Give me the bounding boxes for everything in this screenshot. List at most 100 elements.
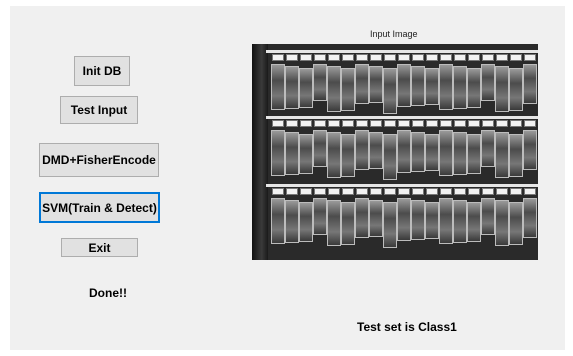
price-tag xyxy=(454,54,466,61)
price-tag xyxy=(426,188,438,195)
product-package xyxy=(285,66,299,109)
price-tag xyxy=(482,120,494,127)
shelf-post xyxy=(252,44,268,260)
price-tag xyxy=(286,120,298,127)
product-package xyxy=(285,200,299,243)
product-package xyxy=(523,198,537,238)
product-package xyxy=(327,132,341,178)
price-tag xyxy=(328,188,340,195)
price-tag xyxy=(370,120,382,127)
dmd-fisher-encode-button[interactable]: DMD+FisherEncode xyxy=(39,143,159,177)
price-tag xyxy=(342,188,354,195)
price-tag xyxy=(328,120,340,127)
price-tag xyxy=(524,54,536,61)
product-package xyxy=(369,66,383,103)
product-package xyxy=(313,198,327,235)
product-package xyxy=(383,134,397,180)
price-tag xyxy=(440,120,452,127)
product-package xyxy=(495,66,509,112)
product-package xyxy=(299,202,313,242)
axes-title: Input Image xyxy=(370,29,418,39)
product-package xyxy=(523,64,537,104)
price-tag xyxy=(510,54,522,61)
product-package xyxy=(453,132,467,175)
price-tag xyxy=(468,188,480,195)
price-tag xyxy=(342,54,354,61)
product-package xyxy=(439,198,453,244)
product-package xyxy=(355,64,369,104)
product-package xyxy=(313,130,327,167)
product-package xyxy=(313,64,327,101)
input-image xyxy=(252,44,538,260)
product-package xyxy=(481,198,495,235)
price-tag xyxy=(370,54,382,61)
product-package xyxy=(495,132,509,178)
product-package xyxy=(425,134,439,171)
svm-train-detect-button[interactable]: SVM(Train & Detect) xyxy=(39,192,160,223)
init-db-button[interactable]: Init DB xyxy=(74,56,130,86)
price-tag xyxy=(468,54,480,61)
price-tag xyxy=(328,54,340,61)
product-package xyxy=(369,132,383,169)
product-package xyxy=(397,130,411,173)
price-tag xyxy=(496,188,508,195)
test-input-button[interactable]: Test Input xyxy=(60,96,138,124)
price-tag xyxy=(482,54,494,61)
product-package xyxy=(467,134,481,174)
price-tag xyxy=(384,54,396,61)
product-package xyxy=(411,132,425,172)
price-tag xyxy=(384,188,396,195)
price-tag xyxy=(412,54,424,61)
app-window: Init DB Test Input DMD+FisherEncode SVM(… xyxy=(10,6,565,350)
price-tag xyxy=(286,188,298,195)
price-tag xyxy=(356,120,368,127)
price-tag xyxy=(342,120,354,127)
exit-button[interactable]: Exit xyxy=(61,238,138,257)
price-tag xyxy=(272,188,284,195)
price-tag xyxy=(300,188,312,195)
price-tag xyxy=(356,188,368,195)
product-package xyxy=(425,68,439,105)
product-package xyxy=(327,200,341,246)
price-tag xyxy=(440,188,452,195)
price-tag xyxy=(384,120,396,127)
price-tag xyxy=(272,120,284,127)
product-package xyxy=(271,198,285,244)
price-tag xyxy=(510,120,522,127)
price-tag xyxy=(398,188,410,195)
price-tag xyxy=(412,188,424,195)
price-tag xyxy=(286,54,298,61)
price-tag xyxy=(440,54,452,61)
product-package xyxy=(341,202,355,245)
product-package xyxy=(509,202,523,245)
price-tag xyxy=(496,54,508,61)
price-tag xyxy=(370,188,382,195)
product-package xyxy=(341,134,355,177)
shelf-rail xyxy=(266,50,538,53)
product-package xyxy=(481,130,495,167)
product-package xyxy=(523,130,537,170)
product-package xyxy=(467,68,481,108)
product-package xyxy=(453,200,467,243)
product-package xyxy=(355,198,369,238)
product-package xyxy=(467,202,481,242)
price-tag xyxy=(314,188,326,195)
price-tag xyxy=(412,120,424,127)
price-tag xyxy=(398,54,410,61)
product-package xyxy=(341,68,355,111)
product-package xyxy=(453,66,467,109)
shelf-rail xyxy=(266,184,538,187)
product-package xyxy=(355,130,369,170)
price-tag xyxy=(272,54,284,61)
product-package xyxy=(299,134,313,174)
product-package xyxy=(481,64,495,101)
product-package xyxy=(495,200,509,246)
product-package xyxy=(411,200,425,240)
product-package xyxy=(509,134,523,177)
price-tag xyxy=(482,188,494,195)
product-package xyxy=(271,130,285,176)
product-package xyxy=(327,66,341,112)
price-tag xyxy=(314,120,326,127)
product-package xyxy=(397,64,411,107)
price-tag xyxy=(524,120,536,127)
